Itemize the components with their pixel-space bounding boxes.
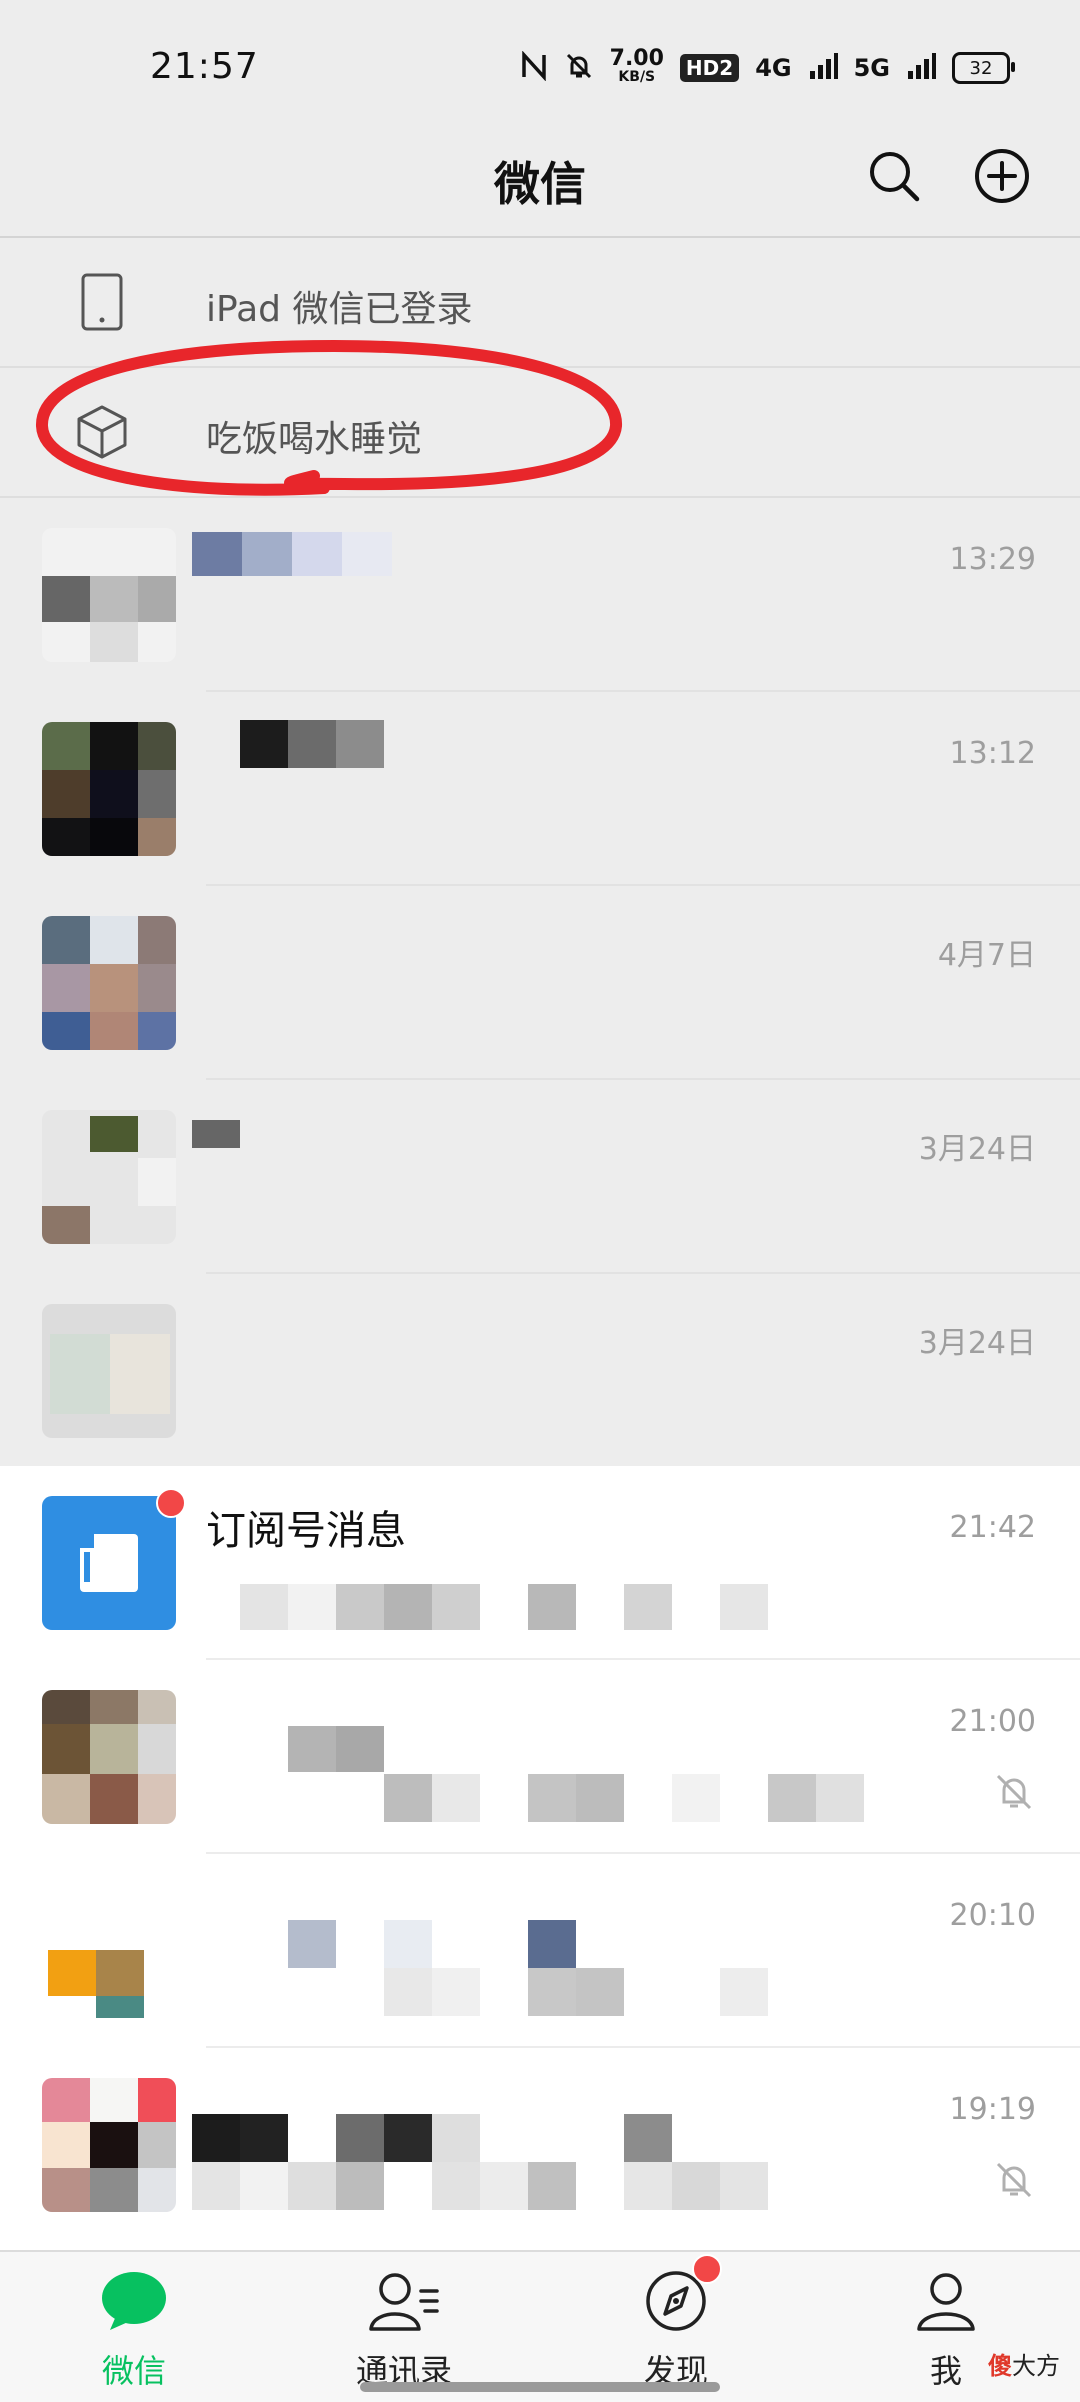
signal-icon (808, 51, 838, 85)
chat-time: 13:12 (949, 736, 1036, 771)
chat-item[interactable]: 13:12 (0, 692, 1080, 886)
chat-time: 20:10 (949, 1898, 1036, 1933)
chat-time: 4月7日 (937, 938, 1036, 973)
watermark-rest: 大方 (1012, 2352, 1060, 2380)
folded-chats-row[interactable]: 吃饭喝水睡觉 (0, 368, 1080, 498)
nfc-icon (520, 50, 548, 85)
avatar (42, 1690, 176, 1824)
chat-item[interactable]: 19:19 (0, 2048, 1080, 2250)
chat-item[interactable]: 20:10 (0, 1854, 1080, 2048)
box-icon (72, 402, 132, 462)
hd-badge: HD2 (679, 54, 740, 82)
chat-item-subscriptions[interactable]: 订阅号消息 21:42 (0, 1466, 1080, 1660)
chat-item[interactable]: 21:00 (0, 1660, 1080, 1854)
chat-time: 13:29 (949, 542, 1036, 577)
chat-item[interactable]: 4月7日 (0, 886, 1080, 1080)
home-indicator[interactable] (360, 2382, 720, 2392)
unread-dot (156, 1488, 186, 1518)
tab-contacts[interactable]: 通讯录 (304, 2252, 504, 2402)
chat-item[interactable]: 3月24日 (0, 1080, 1080, 1274)
folded-chats-text: 吃饭喝水睡觉 (206, 419, 423, 460)
subscription-avatar (42, 1496, 176, 1630)
chat-time: 3月24日 (918, 1326, 1036, 1361)
avatar (42, 916, 176, 1050)
ipad-login-row[interactable]: iPad 微信已登录 (0, 238, 1080, 368)
app-header: 微信 (0, 120, 1080, 238)
watermark: 傻大方 (988, 2346, 1060, 2381)
chat-time: 21:42 (949, 1510, 1036, 1545)
signal-icon (906, 51, 936, 85)
battery-icon: 32 (952, 52, 1015, 84)
chat-time: 19:19 (949, 2092, 1036, 2127)
net-4g-label: 4G (755, 54, 792, 82)
tablet-icon (72, 272, 132, 332)
bottom-tab-bar: 微信 通讯录 发现 我 (0, 2250, 1080, 2402)
discover-badge-dot (692, 2254, 722, 2284)
subscription-icon (80, 1534, 138, 1592)
tab-label: 微信 (101, 2352, 166, 2390)
watermark-red: 傻 (988, 2352, 1012, 2380)
net-5g-label: 5G (853, 54, 890, 82)
avatar (42, 1110, 176, 1244)
add-button[interactable] (966, 140, 1038, 212)
avatar (42, 528, 176, 662)
avatar (42, 1304, 176, 1438)
chat-item[interactable]: 13:29 (0, 498, 1080, 692)
network-speed: 7.00 KB/S (609, 46, 664, 86)
speed-unit: KB/S (618, 69, 656, 85)
speed-value: 7.00 (609, 46, 664, 71)
bell-off-icon (564, 51, 594, 85)
search-icon (870, 152, 920, 202)
mute-icon (996, 2162, 1032, 2198)
mute-icon (996, 1774, 1032, 1810)
chat-bubble-icon (97, 2264, 171, 2338)
status-icons: 7.00 KB/S HD2 4G 5G 32 (520, 46, 1015, 86)
chat-item[interactable]: 3月24日 (0, 1274, 1080, 1466)
plus-circle-icon (975, 149, 1029, 203)
avatar (42, 2078, 176, 2212)
chat-time: 21:00 (949, 1704, 1036, 1739)
chat-time: 3月24日 (918, 1132, 1036, 1167)
ipad-login-text: iPad 微信已登录 (206, 289, 473, 330)
search-button[interactable] (858, 140, 930, 212)
status-bar: 21:57 7.00 KB/S HD2 4G 5G 32 (0, 0, 1080, 120)
status-time: 21:57 (150, 46, 259, 87)
avatar (42, 722, 176, 856)
contacts-icon (367, 2264, 441, 2338)
tab-chats[interactable]: 微信 (34, 2252, 234, 2402)
tab-discover[interactable]: 发现 (576, 2252, 776, 2402)
chat-name: 订阅号消息 (206, 1508, 406, 1554)
person-icon (909, 2264, 983, 2338)
avatar (42, 1884, 176, 2018)
